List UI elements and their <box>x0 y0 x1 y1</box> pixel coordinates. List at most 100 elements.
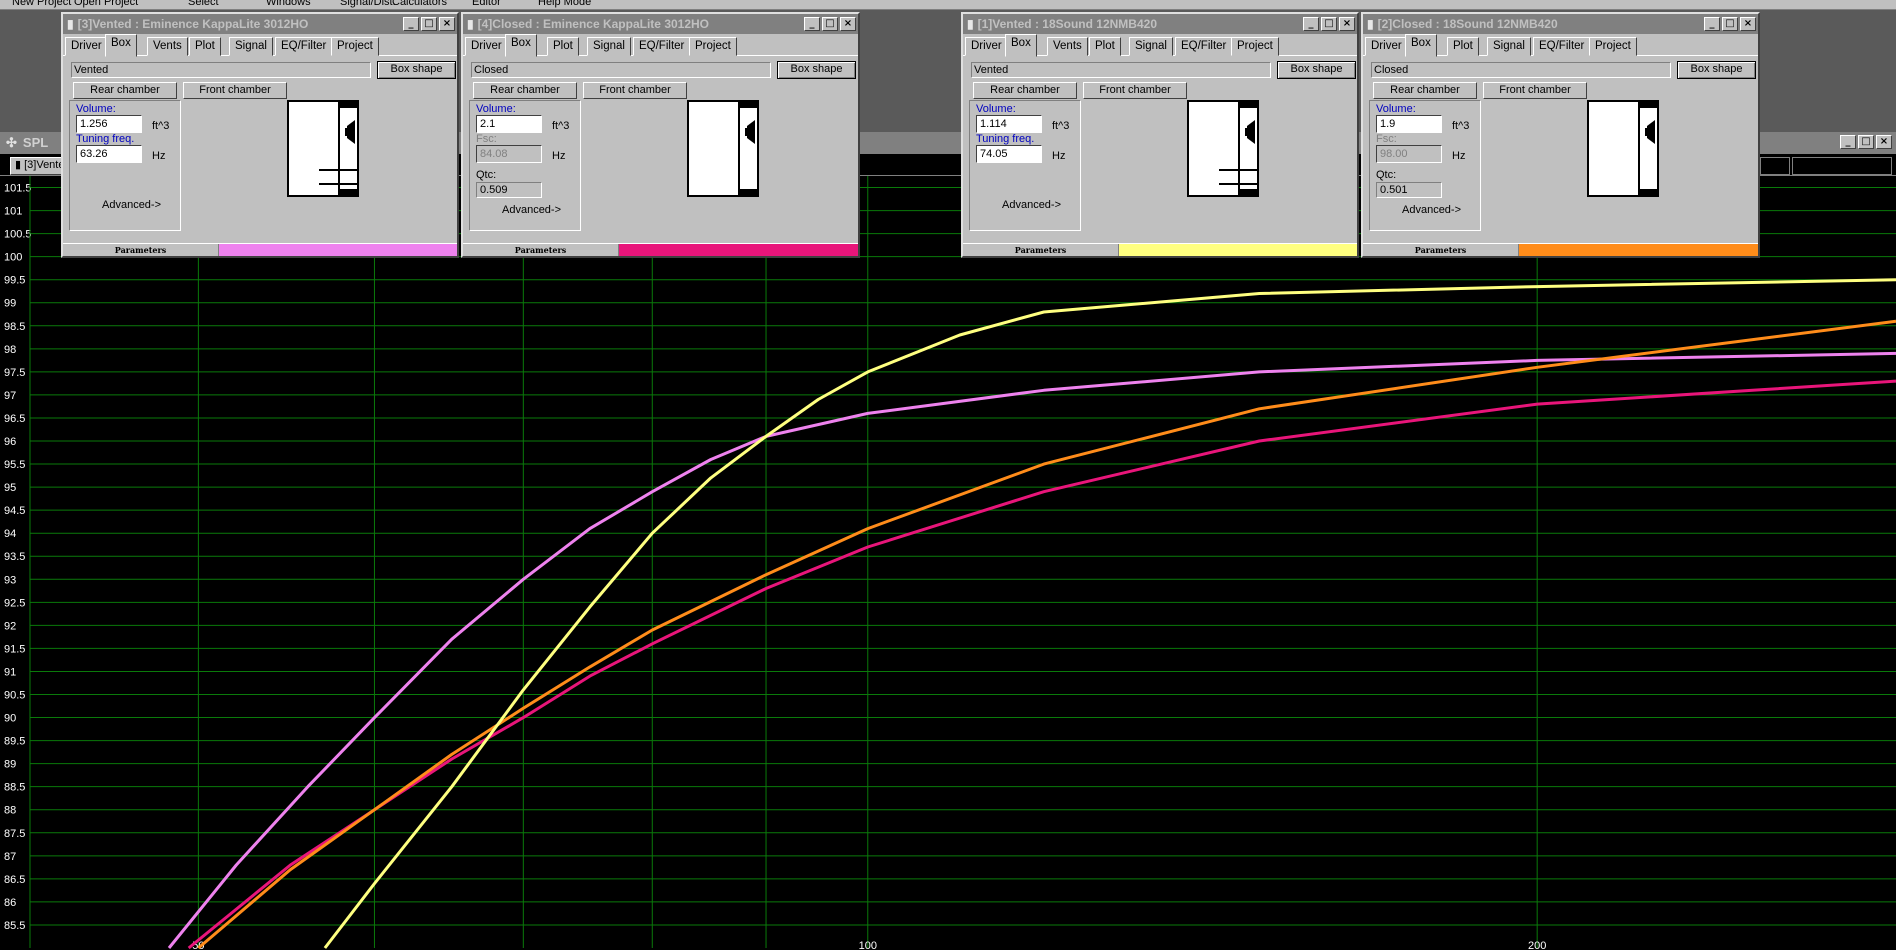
minimize-icon[interactable]: _ <box>804 17 820 31</box>
rear-chamber-button[interactable]: Rear chamber <box>973 82 1077 99</box>
minimize-icon[interactable]: _ <box>1704 17 1720 31</box>
minimize-icon[interactable]: _ <box>403 17 419 31</box>
window-titlebar[interactable]: ▮ [1]Vented : 18Sound 12NMB420 _ □ × <box>963 14 1357 34</box>
maximize-icon[interactable]: □ <box>1858 135 1874 149</box>
spl-toolbar-box[interactable] <box>1760 157 1790 175</box>
close-icon[interactable]: × <box>840 17 856 31</box>
parameters-footer-label: Parameters <box>463 244 619 256</box>
parameters-footer-label: Parameters <box>963 244 1119 256</box>
tab-plot[interactable]: Plot <box>1447 37 1479 56</box>
y-tick-label: 91.5 <box>4 643 25 655</box>
y-tick-label: 88.5 <box>4 782 25 794</box>
y-tick-label: 95.5 <box>4 459 25 471</box>
spl-toolbar-box[interactable] <box>1792 157 1892 175</box>
menu-item-select[interactable]: Select <box>188 0 219 8</box>
advanced-button[interactable]: Advanced-> <box>102 199 161 211</box>
menu-item-new-project[interactable]: New Project <box>12 0 71 8</box>
minimize-icon[interactable]: _ <box>1303 17 1319 31</box>
maximize-icon[interactable]: □ <box>1321 17 1337 31</box>
tab-plot[interactable]: Plot <box>1089 37 1121 56</box>
tab-eq-filter[interactable]: EQ/Filter <box>275 37 333 56</box>
tab-eq-filter[interactable]: EQ/Filter <box>1175 37 1233 56</box>
tab-eq-filter[interactable]: EQ/Filter <box>1533 37 1591 56</box>
box-shape-button[interactable]: Box shape <box>1277 61 1356 79</box>
volume-unit: ft^3 <box>1452 120 1470 132</box>
tab-driver[interactable]: Driver <box>465 37 508 56</box>
spl-tab-active[interactable]: ▮ [3]Vented : Eminence KappaLite 3012HO <box>10 157 65 175</box>
advanced-button[interactable]: Advanced-> <box>502 204 561 216</box>
rear-chamber-button[interactable]: Rear chamber <box>473 82 577 99</box>
close-icon[interactable]: × <box>1740 17 1756 31</box>
window-titlebar[interactable]: ▮ [4]Closed : Eminence KappaLite 3012HO _… <box>463 14 858 34</box>
menu-item-editor[interactable]: Editor <box>472 0 501 8</box>
series-color-swatch[interactable] <box>1519 244 1758 256</box>
window-footer: Parameters <box>463 243 858 256</box>
freq-unit: Hz <box>1452 150 1466 162</box>
tab-box[interactable]: Box <box>1005 34 1037 57</box>
close-icon[interactable]: × <box>1876 135 1892 149</box>
box-shape-button[interactable]: Box shape <box>1677 61 1756 79</box>
maximize-icon[interactable]: □ <box>822 17 838 31</box>
window-titlebar[interactable]: ▮ [2]Closed : 18Sound 12NMB420 _ □ × <box>1363 14 1758 34</box>
advanced-button[interactable]: Advanced-> <box>1002 199 1061 211</box>
tab-signal[interactable]: Signal <box>587 37 631 56</box>
tab-box[interactable]: Box <box>505 34 537 57</box>
tab-eq-filter[interactable]: EQ/Filter <box>633 37 691 56</box>
series-color-swatch[interactable] <box>219 244 457 256</box>
rear-chamber-button[interactable]: Rear chamber <box>1373 82 1477 99</box>
tuning-freq-input[interactable]: 63.26 <box>76 145 142 163</box>
tab-box[interactable]: Box <box>1405 34 1437 57</box>
maximize-icon[interactable]: □ <box>421 17 437 31</box>
menu-item-signal-dist[interactable]: Signal/Dist. <box>340 0 396 8</box>
tuning-freq-input[interactable]: 74.05 <box>976 145 1042 163</box>
tab-vents[interactable]: Vents <box>1047 37 1088 56</box>
box-shape-button[interactable]: Box shape <box>777 61 856 79</box>
tab-plot[interactable]: Plot <box>547 37 579 56</box>
tab-driver[interactable]: Driver <box>65 37 108 56</box>
tab-project[interactable]: Project <box>1589 37 1637 56</box>
tab-box[interactable]: Box <box>105 34 137 57</box>
tab-driver[interactable]: Driver <box>965 37 1008 56</box>
box-type-field: Vented <box>971 62 1271 78</box>
tab-project[interactable]: Project <box>331 37 379 56</box>
volume-input[interactable]: 1.9 <box>1376 115 1442 133</box>
tab-signal[interactable]: Signal <box>1487 37 1531 56</box>
window-footer: Parameters <box>963 243 1357 256</box>
front-chamber-button[interactable]: Front chamber <box>583 82 687 99</box>
front-chamber-button[interactable]: Front chamber <box>183 82 287 99</box>
menu-item-open-project[interactable]: Open Project <box>74 0 138 8</box>
close-icon[interactable]: × <box>439 17 455 31</box>
volume-input[interactable]: 1.114 <box>976 115 1042 133</box>
tab-signal[interactable]: Signal <box>1129 37 1173 56</box>
volume-input[interactable]: 2.1 <box>476 115 542 133</box>
advanced-button[interactable]: Advanced-> <box>1402 204 1461 216</box>
tab-project[interactable]: Project <box>689 37 737 56</box>
tab-vents[interactable]: Vents <box>147 37 188 56</box>
front-chamber-button[interactable]: Front chamber <box>1083 82 1187 99</box>
box-parameters-group: Volume: 2.1 ft^3 Fsc: 84.08 Hz Qtc: 0.50… <box>469 100 581 231</box>
fsc-field: 98.00 <box>1376 145 1442 163</box>
maximize-icon[interactable]: □ <box>1722 17 1738 31</box>
tab-driver[interactable]: Driver <box>1365 37 1408 56</box>
y-tick-label: 100.5 <box>4 229 32 241</box>
tab-signal[interactable]: Signal <box>229 37 273 56</box>
close-icon[interactable]: × <box>1339 17 1355 31</box>
freq-unit: Hz <box>552 150 566 162</box>
front-chamber-button[interactable]: Front chamber <box>1483 82 1587 99</box>
box-shape-button[interactable]: Box shape <box>377 61 456 79</box>
y-tick-label: 90.5 <box>4 690 25 702</box>
menu-item-help-mode[interactable]: Help Mode <box>538 0 591 8</box>
box-window-4-closed: ▮ [4]Closed : Eminence KappaLite 3012HO _… <box>461 12 860 258</box>
volume-input[interactable]: 1.256 <box>76 115 142 133</box>
minimize-icon[interactable]: _ <box>1840 135 1856 149</box>
series-color-swatch[interactable] <box>619 244 858 256</box>
y-tick-label: 92.5 <box>4 597 25 609</box>
menu-item-calculators[interactable]: Calculators <box>392 0 447 8</box>
menu-item-windows[interactable]: Windows <box>266 0 311 8</box>
rear-chamber-button[interactable]: Rear chamber <box>73 82 177 99</box>
tab-project[interactable]: Project <box>1231 37 1279 56</box>
window-titlebar[interactable]: ▮ [3]Vented : Eminence KappaLite 3012HO _… <box>63 14 457 34</box>
tab-plot[interactable]: Plot <box>189 37 221 56</box>
parameters-footer-label: Parameters <box>1363 244 1519 256</box>
series-color-swatch[interactable] <box>1119 244 1357 256</box>
